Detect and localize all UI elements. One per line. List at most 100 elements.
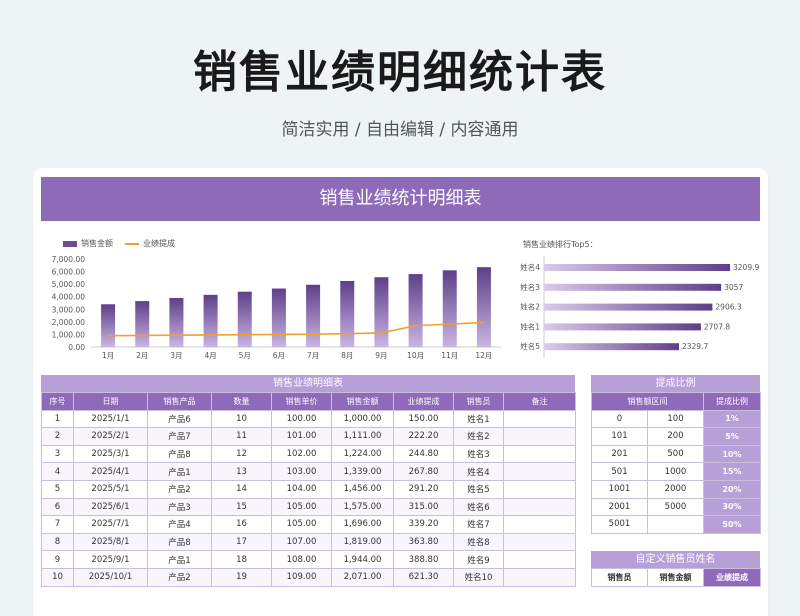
table-cell[interactable]: 姓名10: [453, 567, 504, 587]
table-cell[interactable]: 1,456.00: [331, 479, 394, 499]
table-cell[interactable]: 17: [211, 532, 272, 552]
ratio-range-cell[interactable]: 1001: [591, 479, 648, 499]
ratio-range-cell[interactable]: 2000: [647, 479, 704, 499]
ratio-range-cell[interactable]: 200: [647, 427, 704, 446]
table-cell[interactable]: 产品3: [147, 497, 212, 517]
table-cell[interactable]: 107.00: [271, 532, 332, 552]
ratio-pct-cell[interactable]: 15%: [703, 462, 761, 481]
table-cell[interactable]: 4: [41, 462, 74, 481]
table-cell[interactable]: 621.30: [393, 567, 454, 587]
table-cell[interactable]: 产品1: [147, 462, 212, 481]
table-cell[interactable]: [503, 567, 576, 587]
table-cell[interactable]: 2025/4/1: [73, 462, 148, 481]
table-cell[interactable]: 109.00: [271, 567, 332, 587]
table-cell[interactable]: 10: [211, 409, 272, 429]
table-cell[interactable]: 222.20: [393, 427, 454, 446]
table-cell[interactable]: 2025/8/1: [73, 532, 148, 552]
table-cell[interactable]: 2025/3/1: [73, 444, 148, 464]
table-cell[interactable]: 19: [211, 567, 272, 587]
table-cell[interactable]: 姓名7: [453, 515, 504, 534]
table-cell[interactable]: [503, 515, 576, 534]
table-cell[interactable]: [503, 462, 576, 481]
table-cell[interactable]: 产品7: [147, 427, 212, 446]
table-cell[interactable]: 267.80: [393, 462, 454, 481]
table-cell[interactable]: 2,071.00: [331, 567, 394, 587]
table-cell[interactable]: 15: [211, 497, 272, 517]
table-cell[interactable]: 315.00: [393, 497, 454, 517]
table-cell[interactable]: 2025/6/1: [73, 497, 148, 517]
ratio-pct-cell[interactable]: 20%: [703, 479, 761, 499]
table-cell[interactable]: 产品8: [147, 444, 212, 464]
table-cell[interactable]: 姓名9: [453, 550, 504, 569]
ratio-pct-cell[interactable]: 10%: [703, 444, 761, 464]
table-cell[interactable]: 产品6: [147, 409, 212, 429]
ratio-range-cell[interactable]: 5000: [647, 497, 704, 517]
ratio-range-cell[interactable]: 1000: [647, 462, 704, 481]
ratio-range-cell[interactable]: 101: [591, 427, 648, 446]
table-cell[interactable]: 姓名1: [453, 409, 504, 429]
table-cell[interactable]: [503, 444, 576, 464]
table-cell[interactable]: 1,339.00: [331, 462, 394, 481]
table-cell[interactable]: 2: [41, 427, 74, 446]
table-cell[interactable]: 1,111.00: [331, 427, 394, 446]
table-cell[interactable]: 1,000.00: [331, 409, 394, 429]
ratio-range-cell[interactable]: 501: [591, 462, 648, 481]
table-cell[interactable]: 14: [211, 479, 272, 499]
table-cell[interactable]: 姓名8: [453, 532, 504, 552]
table-cell[interactable]: [503, 532, 576, 552]
table-cell[interactable]: [503, 479, 576, 499]
table-cell[interactable]: [503, 550, 576, 569]
table-cell[interactable]: 2025/5/1: [73, 479, 148, 499]
table-cell[interactable]: 105.00: [271, 497, 332, 517]
table-cell[interactable]: 10: [41, 567, 74, 587]
table-cell[interactable]: [503, 497, 576, 517]
table-cell[interactable]: 产品2: [147, 479, 212, 499]
table-cell[interactable]: 姓名5: [453, 479, 504, 499]
ratio-pct-cell[interactable]: 1%: [703, 409, 761, 429]
table-cell[interactable]: 13: [211, 462, 272, 481]
table-cell[interactable]: 102.00: [271, 444, 332, 464]
ratio-range-cell[interactable]: [647, 515, 704, 534]
table-cell[interactable]: 339.20: [393, 515, 454, 534]
ratio-range-cell[interactable]: 500: [647, 444, 704, 464]
table-cell[interactable]: 11: [211, 427, 272, 446]
table-cell[interactable]: 18: [211, 550, 272, 569]
table-cell[interactable]: 2025/9/1: [73, 550, 148, 569]
table-cell[interactable]: 104.00: [271, 479, 332, 499]
table-cell[interactable]: 2025/7/1: [73, 515, 148, 534]
table-cell[interactable]: 1,944.00: [331, 550, 394, 569]
table-cell[interactable]: 12: [211, 444, 272, 464]
table-cell[interactable]: 1,224.00: [331, 444, 394, 464]
table-cell[interactable]: [503, 409, 576, 429]
table-cell[interactable]: 产品1: [147, 550, 212, 569]
table-cell[interactable]: 388.80: [393, 550, 454, 569]
table-cell[interactable]: 姓名4: [453, 462, 504, 481]
table-cell[interactable]: 产品2: [147, 567, 212, 587]
table-cell[interactable]: 8: [41, 532, 74, 552]
table-cell[interactable]: 姓名3: [453, 444, 504, 464]
ratio-pct-cell[interactable]: 30%: [703, 497, 761, 517]
ratio-range-cell[interactable]: 100: [647, 409, 704, 429]
table-cell[interactable]: 1,696.00: [331, 515, 394, 534]
table-cell[interactable]: [503, 427, 576, 446]
table-cell[interactable]: 5: [41, 479, 74, 499]
table-cell[interactable]: 291.20: [393, 479, 454, 499]
table-cell[interactable]: 9: [41, 550, 74, 569]
table-cell[interactable]: 1,819.00: [331, 532, 394, 552]
table-cell[interactable]: 108.00: [271, 550, 332, 569]
table-cell[interactable]: 3: [41, 444, 74, 464]
table-cell[interactable]: 103.00: [271, 462, 332, 481]
table-cell[interactable]: 姓名2: [453, 427, 504, 446]
table-cell[interactable]: 1,575.00: [331, 497, 394, 517]
ratio-range-cell[interactable]: 5001: [591, 515, 648, 534]
ratio-range-cell[interactable]: 2001: [591, 497, 648, 517]
table-cell[interactable]: 16: [211, 515, 272, 534]
table-cell[interactable]: 7: [41, 515, 74, 534]
ratio-pct-cell[interactable]: 5%: [703, 427, 761, 446]
table-cell[interactable]: 244.80: [393, 444, 454, 464]
table-cell[interactable]: 105.00: [271, 515, 332, 534]
table-cell[interactable]: 1: [41, 409, 74, 429]
table-cell[interactable]: 产品4: [147, 515, 212, 534]
table-cell[interactable]: 101.00: [271, 427, 332, 446]
ratio-range-cell[interactable]: 201: [591, 444, 648, 464]
